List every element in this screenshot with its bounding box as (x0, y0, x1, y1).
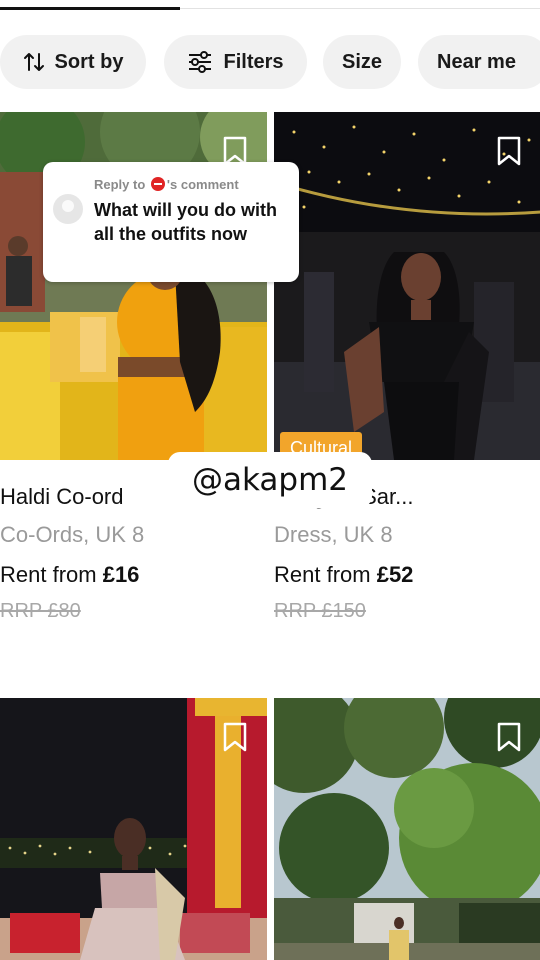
product-image[interactable] (274, 698, 540, 960)
username-watermark: @akapm2 (168, 452, 372, 508)
reply-comment-text: What will you do with all the outfits no… (94, 200, 277, 244)
no-entry-emoji-icon (150, 177, 165, 191)
reply-prefix: Reply to (94, 177, 146, 192)
reply-meta: Reply to 's comment (94, 177, 239, 192)
price-value: £52 (376, 562, 414, 587)
reply-suffix: 's comment (166, 177, 239, 192)
price-prefix: Rent from (0, 562, 103, 587)
product-rrp: RRP £150 (274, 600, 366, 622)
tab-divider (180, 8, 540, 9)
product-meta: Co-Ords, UK 8 (0, 522, 145, 547)
sort-arrows-icon (23, 51, 45, 73)
near-me-label: Near me (437, 50, 516, 73)
filters-label: Filters (223, 50, 284, 73)
sort-by-label: Sort by (54, 50, 124, 73)
bookmark-icon[interactable] (497, 722, 521, 752)
sliders-icon (187, 51, 213, 73)
near-me-chip[interactable]: Near me (418, 35, 540, 89)
filter-bar: Sort by Filters Size Near me (0, 35, 540, 89)
product-image[interactable] (0, 698, 267, 960)
product-meta: Dress, UK 8 (274, 522, 393, 547)
filters-chip[interactable]: Filters (164, 35, 307, 89)
price-value: £16 (102, 562, 140, 587)
avatar (53, 194, 83, 224)
size-label: Size (341, 50, 383, 73)
reply-comment-overlay: Reply to 's comment What will you do wit… (43, 162, 299, 282)
sort-by-chip[interactable]: Sort by (0, 35, 146, 89)
size-chip[interactable]: Size (323, 35, 401, 89)
product-image[interactable]: Cultural (274, 112, 540, 460)
product-card[interactable] (274, 698, 540, 960)
product-card[interactable]: Cultural Sangeet Sar... Dress, UK 8 Rent… (274, 112, 540, 632)
price-prefix: Rent from (274, 562, 377, 587)
bookmark-icon[interactable] (223, 722, 247, 752)
product-card[interactable] (0, 698, 267, 960)
product-rrp: RRP £80 (0, 600, 81, 622)
product-title: Haldi Co-ord (0, 484, 124, 509)
bookmark-icon[interactable] (497, 136, 521, 166)
active-tab-indicator (0, 7, 180, 10)
product-price: Rent from £16 (0, 562, 139, 588)
product-price: Rent from £52 (274, 562, 413, 588)
